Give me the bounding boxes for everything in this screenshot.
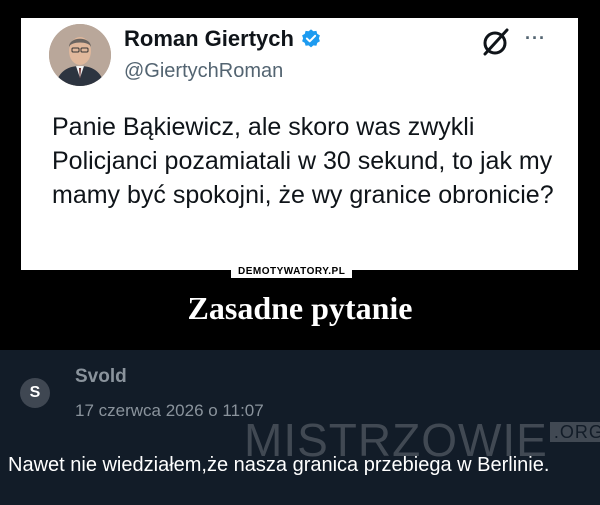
more-options-icon[interactable]: ··· — [525, 28, 546, 49]
author-name[interactable]: Roman Giertych — [124, 26, 294, 52]
watermark-suffix: .ORG — [549, 422, 600, 442]
comment-section: MISTRZOWIE .ORG S Svold 17 czerwca 2026 o… — [0, 350, 600, 505]
avatar-photo — [49, 24, 111, 86]
author-handle[interactable]: @GiertychRoman — [124, 60, 283, 83]
verified-badge-icon — [302, 29, 320, 48]
author-avatar[interactable] — [49, 24, 111, 86]
tweet-text: Panie Bąkiewicz, ale skoro was zwykli Po… — [52, 113, 554, 209]
comment-date: 17 czerwca 2026 o 11:07 — [75, 401, 264, 420]
tweet-card: Roman Giertych @GiertychRoman ··· Panie … — [21, 18, 578, 270]
author-name-row[interactable]: Roman Giertych — [124, 26, 322, 52]
demotivator-meme: Roman Giertych @GiertychRoman ··· Panie … — [0, 0, 600, 346]
comment-text: Nawet nie wiedziałem,że nasza granica pr… — [8, 454, 550, 476]
commenter-avatar[interactable]: S — [20, 378, 50, 408]
demotywatory-watermark: DEMOTYWATORY.PL — [231, 265, 353, 278]
meme-caption: Zasadne pytanie — [187, 290, 413, 326]
x-logo-icon[interactable] — [479, 26, 511, 58]
comment-author[interactable]: Svold — [75, 366, 127, 388]
